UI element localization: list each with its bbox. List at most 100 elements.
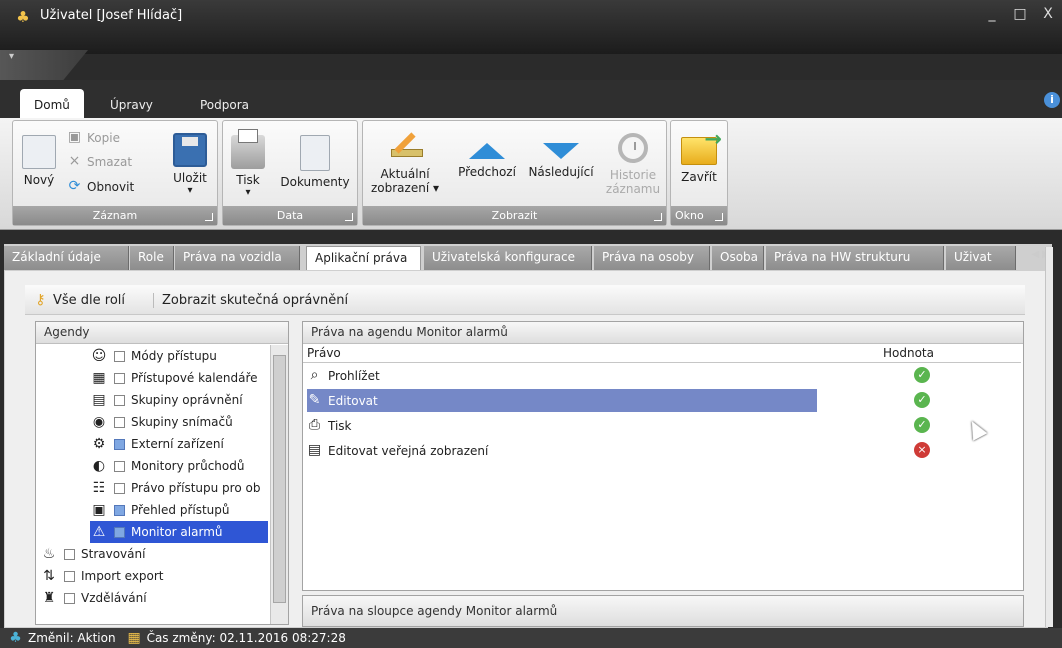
page-scrollbar[interactable]	[1045, 247, 1053, 627]
checkbox[interactable]	[64, 592, 75, 604]
checkbox[interactable]	[114, 482, 125, 494]
tab-prava-na-osoby[interactable]: Práva na osoby	[594, 246, 710, 270]
checkbox[interactable]	[114, 416, 125, 428]
tree-item-monitory-pr-chod-[interactable]: ◐ Monitory průchodů	[90, 455, 268, 477]
rights-row[interactable]: ▤ Editovat veřejná zobrazení	[307, 439, 817, 462]
tree-item-label: Import export	[81, 569, 164, 583]
tree-item-skupiny-opr-vn-n-[interactable]: ▤ Skupiny oprávnění	[90, 389, 268, 411]
checkbox[interactable]	[114, 394, 125, 406]
tree-item-monitor-alarm-[interactable]: ⚠ Monitor alarmů	[90, 521, 268, 543]
tree-item-vzd-l-v-n-[interactable]: ♜ Vzdělávání	[40, 587, 268, 609]
tree-item-skupiny-sn-ma-[interactable]: ◉ Skupiny snímačů	[90, 411, 268, 433]
delete-icon: ×	[68, 153, 81, 169]
dialog-launcher-icon[interactable]	[345, 213, 353, 221]
current-view-button[interactable]: Aktuální zobrazení ▾	[367, 129, 443, 195]
save-button[interactable]: Uložit ▾	[170, 133, 210, 196]
minimize-button[interactable]: _	[984, 6, 1000, 22]
checkbox[interactable]	[114, 526, 125, 538]
tree-item-extern-za-zen-[interactable]: ⚙ Externí zařízení	[90, 433, 268, 455]
copy-icon: ▣	[67, 129, 82, 145]
tab-podpora[interactable]: Podpora	[186, 89, 263, 118]
delete-button[interactable]: × Smazat	[67, 154, 132, 169]
tree-item-pr-vo-p-stupu-pro-ob[interactable]: ☷ Právo přístupu pro ob	[90, 477, 268, 499]
printer-icon: ⎙	[308, 417, 321, 433]
dialog-launcher-icon[interactable]	[205, 213, 213, 221]
tree-item-label: Skupiny snímačů	[131, 415, 233, 429]
checkbox[interactable]	[114, 350, 125, 362]
history-button[interactable]: Historie záznamu	[603, 129, 663, 196]
public-edit-icon: ▤	[307, 442, 322, 458]
tab-aplikacni-prava[interactable]: Aplikační práva	[306, 246, 421, 270]
close-button[interactable]: X	[1040, 6, 1056, 22]
checkbox[interactable]	[114, 460, 125, 472]
tab-uzivat[interactable]: Uživat	[946, 246, 1016, 270]
documents-button[interactable]: Dokumenty	[279, 135, 351, 189]
checkbox[interactable]	[114, 372, 125, 384]
tree-item-label: Přehled přístupů	[131, 503, 230, 517]
tab-zakladni-udaje[interactable]: Základní údaje	[4, 246, 129, 270]
access-icon: ▣	[92, 502, 106, 518]
column-pravo: Právo	[307, 346, 341, 360]
show-real-permissions-button[interactable]: Zobrazit skutečná oprávnění	[153, 293, 348, 308]
main-tab-strip: Základní údaje Role Práva na vozidla Apl…	[4, 244, 1052, 270]
next-button[interactable]: Následující	[521, 129, 601, 179]
tree-item-m-dy-p-stupu[interactable]: ☺ Módy přístupu	[90, 345, 268, 367]
tab-uzivatelska-konfigurace[interactable]: Uživatelská konfigurace	[424, 246, 592, 270]
refresh-button[interactable]: ⟳ Obnovit	[67, 179, 135, 194]
tree-item-import-export[interactable]: ⇅ Import export	[40, 565, 268, 587]
rights-panel: Práva na agendu Monitor alarmů Právo Hod…	[302, 321, 1024, 591]
all-by-roles-button[interactable]: ⚷ Vše dle rolí	[33, 293, 125, 309]
checkbox[interactable]	[114, 438, 125, 450]
tab-prava-na-hw-strukturu[interactable]: Práva na HW strukturu	[766, 246, 944, 270]
group-icon: ▤	[92, 392, 106, 408]
tree-item-label: Vzdělávání	[81, 591, 147, 605]
agendy-panel: Agendy ☺ Módy přístupu ▦ Přístupové kalendá…	[35, 321, 289, 625]
device-icon: ⚙	[92, 436, 106, 452]
window-controls: _ □ X	[984, 6, 1056, 22]
group-okno: Zavřít Okno	[670, 120, 728, 226]
previous-button[interactable]: Předchozí	[455, 129, 519, 179]
documents-label: Dokumenty	[280, 175, 350, 189]
copy-button[interactable]: ▣ Kopie	[67, 130, 120, 145]
tree-item-label: Stravování	[81, 547, 146, 561]
rights-row[interactable]: ⎙ Tisk	[307, 414, 817, 437]
document-icon	[300, 135, 330, 171]
group-title-zaznam: Záznam	[13, 206, 217, 225]
tree-item-label: Skupiny oprávnění	[131, 393, 243, 407]
meal-icon: ♨	[42, 546, 56, 562]
right-label: Editovat veřejná zobrazení	[328, 443, 489, 458]
rights-row[interactable]: ⌕ Prohlížet	[307, 364, 817, 387]
tab-osoba[interactable]: Osoba	[712, 246, 764, 270]
tree-scroll-thumb[interactable]	[273, 355, 286, 603]
close-window-button[interactable]: Zavřít	[675, 127, 723, 184]
maximize-button[interactable]: □	[1012, 6, 1028, 22]
print-dropdown-icon: ▾	[245, 187, 251, 198]
tab-role[interactable]: Role	[130, 246, 174, 270]
tab-prava-na-vozidla[interactable]: Práva na vozidla	[175, 246, 300, 270]
tree-item-label: Monitor alarmů	[131, 525, 223, 539]
checkbox[interactable]	[114, 504, 125, 516]
group-data: Tisk ▾ Dokumenty Data	[222, 120, 358, 226]
checkbox[interactable]	[64, 548, 75, 560]
checkbox[interactable]	[64, 570, 75, 582]
dialog-launcher-icon[interactable]	[654, 213, 662, 221]
delete-label: Smazat	[87, 154, 133, 169]
ribbon: Nový ▣ Kopie × Smazat ⟳ Obnovit Uložit ▾ Zá…	[0, 118, 1062, 230]
new-button[interactable]: Nový	[21, 135, 57, 187]
quick-access-toolbar[interactable]: ▾	[0, 50, 88, 80]
tree-item-p-stupov-kalend-e[interactable]: ▦ Přístupové kalendáře	[90, 367, 268, 389]
save-label: Uložit	[173, 171, 207, 185]
dialog-launcher-icon[interactable]	[715, 213, 723, 221]
print-button[interactable]: Tisk ▾	[229, 129, 267, 198]
tree-item-p-ehled-p-stup-[interactable]: ▣ Přehled přístupů	[90, 499, 268, 521]
rights-row[interactable]: ✎ Editovat	[307, 389, 817, 412]
tab-upravy[interactable]: Úpravy	[96, 89, 167, 118]
info-icon[interactable]: i	[1044, 92, 1060, 108]
tree-item-label: Monitory průchodů	[131, 459, 245, 473]
tree-item-stravov-n-[interactable]: ♨ Stravování	[40, 543, 268, 565]
tab-domu[interactable]: Domů	[20, 89, 84, 118]
previous-label: Předchozí	[458, 165, 516, 179]
user-change-icon: ♣	[9, 629, 22, 646]
tree-scrollbar[interactable]	[270, 345, 288, 624]
close-label: Zavřít	[681, 170, 717, 184]
